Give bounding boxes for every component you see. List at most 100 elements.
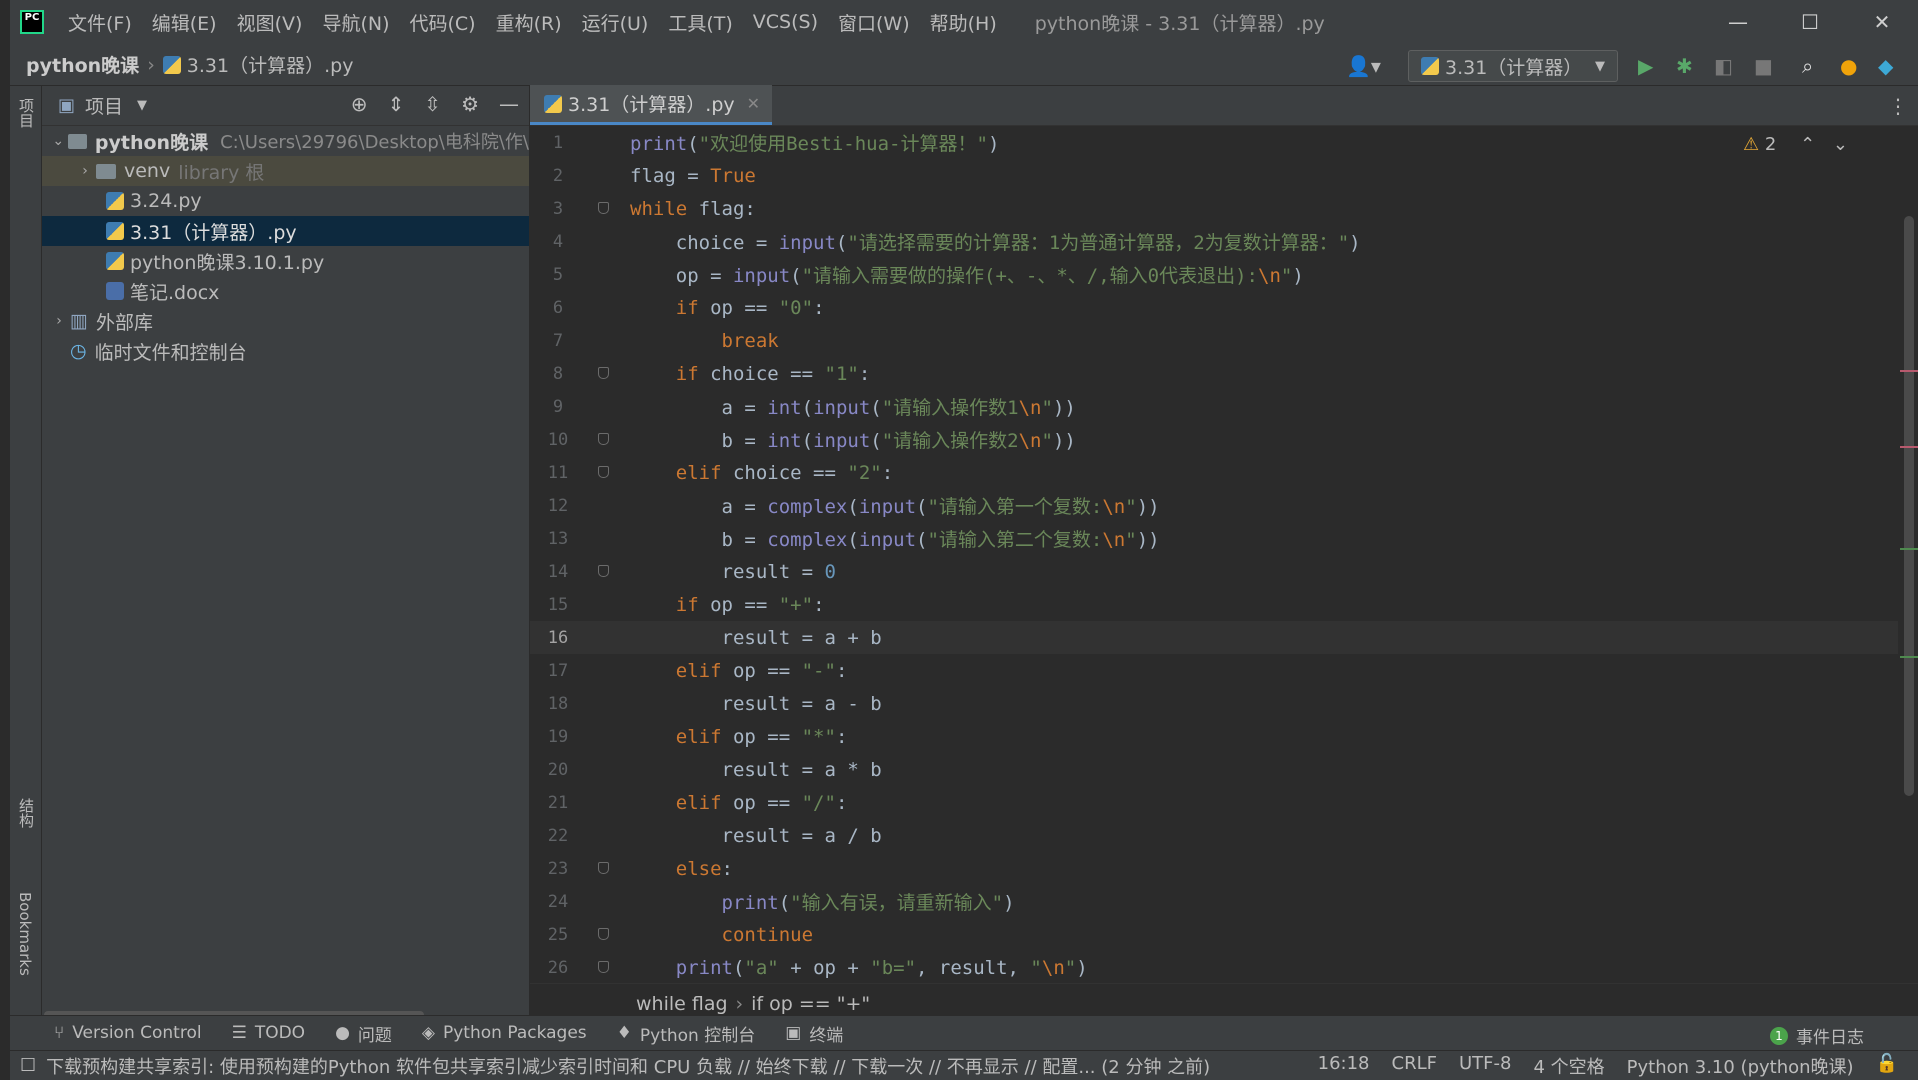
maximize-icon[interactable]: ☐ [1774,0,1846,44]
tool-todo[interactable]: ☰ TODO [232,1023,306,1043]
tool-python-packages[interactable]: ◈ Python Packages [422,1023,587,1043]
error-stripe-mark[interactable] [1900,446,1918,448]
breadcrumb-item[interactable]: if op == "+" [751,993,870,1015]
menu-navigate[interactable]: 导航(N) [312,9,399,36]
event-log[interactable]: 1 事件日志 [1770,1023,1864,1048]
code-line: 10 b = int(input("请输入操作数2\n")) [547,429,1076,453]
menu-refactor[interactable]: 重构(R) [486,9,572,36]
plugin-icon[interactable]: ◆ [1878,54,1893,78]
chevron-down-icon[interactable]: ▼ [137,98,147,113]
tree-item-venv[interactable]: › venv library 根 [42,156,529,186]
tool-version-control[interactable]: ⑂ Version Control [54,1023,202,1043]
status-message[interactable]: 下载预构建共享索引: 使用预构建的Python 软件包共享索引减少索引时间和 C… [46,1053,1210,1079]
menu-run[interactable]: 运行(U) [572,9,659,36]
gear-icon[interactable]: ⚙ [461,92,479,116]
vertical-scrollbar[interactable] [1904,216,1914,796]
terminal-icon: ▣ [785,1023,802,1043]
menu-window[interactable]: 窗口(W) [828,9,920,36]
left-tool-strip: 项目 结构 Bookmarks [10,86,42,1023]
event-count-badge: 1 [1770,1026,1788,1045]
more-icon[interactable]: ⋮ [1888,94,1908,118]
code-line: 24 print("输入有误，请重新输入") [547,891,1015,915]
menu-edit[interactable]: 编辑(E) [142,9,227,36]
code-line: 9 a = int(input("请输入操作数1\n")) [552,396,1076,420]
change-stripe-mark[interactable] [1900,548,1918,550]
tree-item-file[interactable]: python晚课3.10.1.py [42,246,529,276]
indent-setting[interactable]: 4 个空格 [1533,1053,1604,1079]
minimize-icon[interactable]: — [1702,0,1774,44]
code-line: 7 break [552,329,779,352]
editor: 3.31（计算器）.py ✕ ⋮ ⚠ 2 ⌃ ⌄ 1 print("欢迎使用Bes… [530,85,1918,1023]
stop-icon[interactable]: ■ [1754,54,1773,78]
tree-item-file[interactable]: 笔记.docx [42,276,529,306]
tool-terminal[interactable]: ▣ 终端 [785,1021,843,1046]
tree-item-label: 外部库 [95,311,153,334]
status-widgets: 16:18 CRLF UTF-8 4 个空格 Python 3.10 (pyth… [1318,1053,1898,1079]
line-separator[interactable]: CRLF [1392,1053,1437,1079]
error-stripe-mark[interactable] [1900,370,1918,372]
run-config-select[interactable]: 3.31（计算器） ▼ [1408,50,1618,82]
chevron-down-icon: ▼ [1595,58,1605,74]
menu-file[interactable]: 文件(F) [58,9,142,36]
caret-position[interactable]: 16:18 [1318,1053,1370,1079]
menu-help[interactable]: 帮助(H) [920,9,1007,36]
project-tool-label[interactable]: 项目 [16,98,37,128]
code-line: 12 a = complex(input("请输入第一个复数:\n")) [547,495,1160,519]
breadcrumb-item[interactable]: while flag [636,993,728,1015]
code-line: 22 result = a / b [547,824,882,847]
code-line: 21 elif op == "/": [547,791,848,814]
tree-item-file[interactable]: 3.24.py [42,186,529,216]
tree-item-label: 笔记.docx [130,281,220,304]
project-panel-title[interactable]: 项目 [85,92,123,119]
change-stripe-mark[interactable] [1900,656,1918,658]
editor-tab-active[interactable]: 3.31（计算器）.py ✕ [530,85,773,125]
run-icon[interactable]: ▶ [1638,54,1653,78]
tool-label: Python Packages [443,1023,587,1043]
tool-problems[interactable]: ● 问题 [335,1021,392,1046]
nav-project[interactable]: python晚课 [26,51,139,78]
locate-icon[interactable]: ⊕ [351,92,368,116]
update-icon[interactable]: ● [1840,54,1857,78]
tool-python-console[interactable]: ♦ Python 控制台 [617,1021,756,1046]
expand-all-icon[interactable]: ⇕ [388,92,405,116]
scratch-icon: ◷ [70,340,87,362]
close-icon[interactable]: ✕ [1846,0,1918,44]
chevron-right-icon: › [147,53,155,76]
event-log-label: 事件日志 [1796,1028,1864,1048]
code-area[interactable]: 1 print("欢迎使用Besti-hua-计算器！") 2 flag = Tru… [530,126,1898,983]
tree-item-external-libraries[interactable]: › ▥ 外部库 [42,306,529,336]
tree-item-scratches[interactable]: ◷ 临时文件和控制台 [42,336,529,366]
code-line: 26 print("a" + op + "b=", result, "\n") [547,956,1088,979]
file-encoding[interactable]: UTF-8 [1459,1053,1511,1079]
tree-root[interactable]: ⌄ python晚课 C:\Users\29796\Desktop\电科院\作\ [42,126,529,156]
chevron-right-icon[interactable]: › [74,163,96,179]
menu-code[interactable]: 代码(C) [399,9,485,36]
toggle-panel-icon[interactable]: ☐ [20,1055,36,1076]
code-line: 19 elif op == "*": [547,725,848,748]
collapse-all-icon[interactable]: ⇳ [424,92,441,116]
tree-item-label: 临时文件和控制台 [94,341,247,364]
chevron-right-icon[interactable]: › [48,313,70,329]
lock-icon[interactable]: 🔓 [1876,1053,1898,1079]
library-icon: ▥ [70,310,88,332]
bookmarks-tool-label[interactable]: Bookmarks [16,892,34,976]
python-file-icon [544,94,562,113]
user-icon[interactable]: 👤▾ [1346,54,1381,78]
chevron-down-icon[interactable]: ⌄ [48,133,68,149]
list-icon: ☰ [231,1023,247,1043]
close-icon[interactable]: ✕ [747,94,760,113]
menu-tools[interactable]: 工具(T) [658,9,742,36]
tree-item-file-selected[interactable]: 3.31（计算器）.py [42,216,529,246]
hide-icon[interactable]: — [499,92,519,116]
nav-file[interactable]: 3.31（计算器）.py [187,51,354,78]
menu-vcs[interactable]: VCS(S) [743,11,828,33]
window-controls: — ☐ ✕ [1702,0,1918,44]
python-interpreter[interactable]: Python 3.10 (python晚课) [1627,1053,1854,1079]
coverage-icon[interactable]: ◧ [1714,54,1733,78]
structure-tool-label[interactable]: 结构 [16,798,37,828]
search-icon[interactable]: ⌕ [1802,54,1813,78]
debug-icon[interactable]: ✱ [1676,54,1693,78]
tree-item-label: 3.31（计算器）.py [130,221,297,244]
python-file-icon [106,252,124,270]
menu-view[interactable]: 视图(V) [227,9,313,36]
